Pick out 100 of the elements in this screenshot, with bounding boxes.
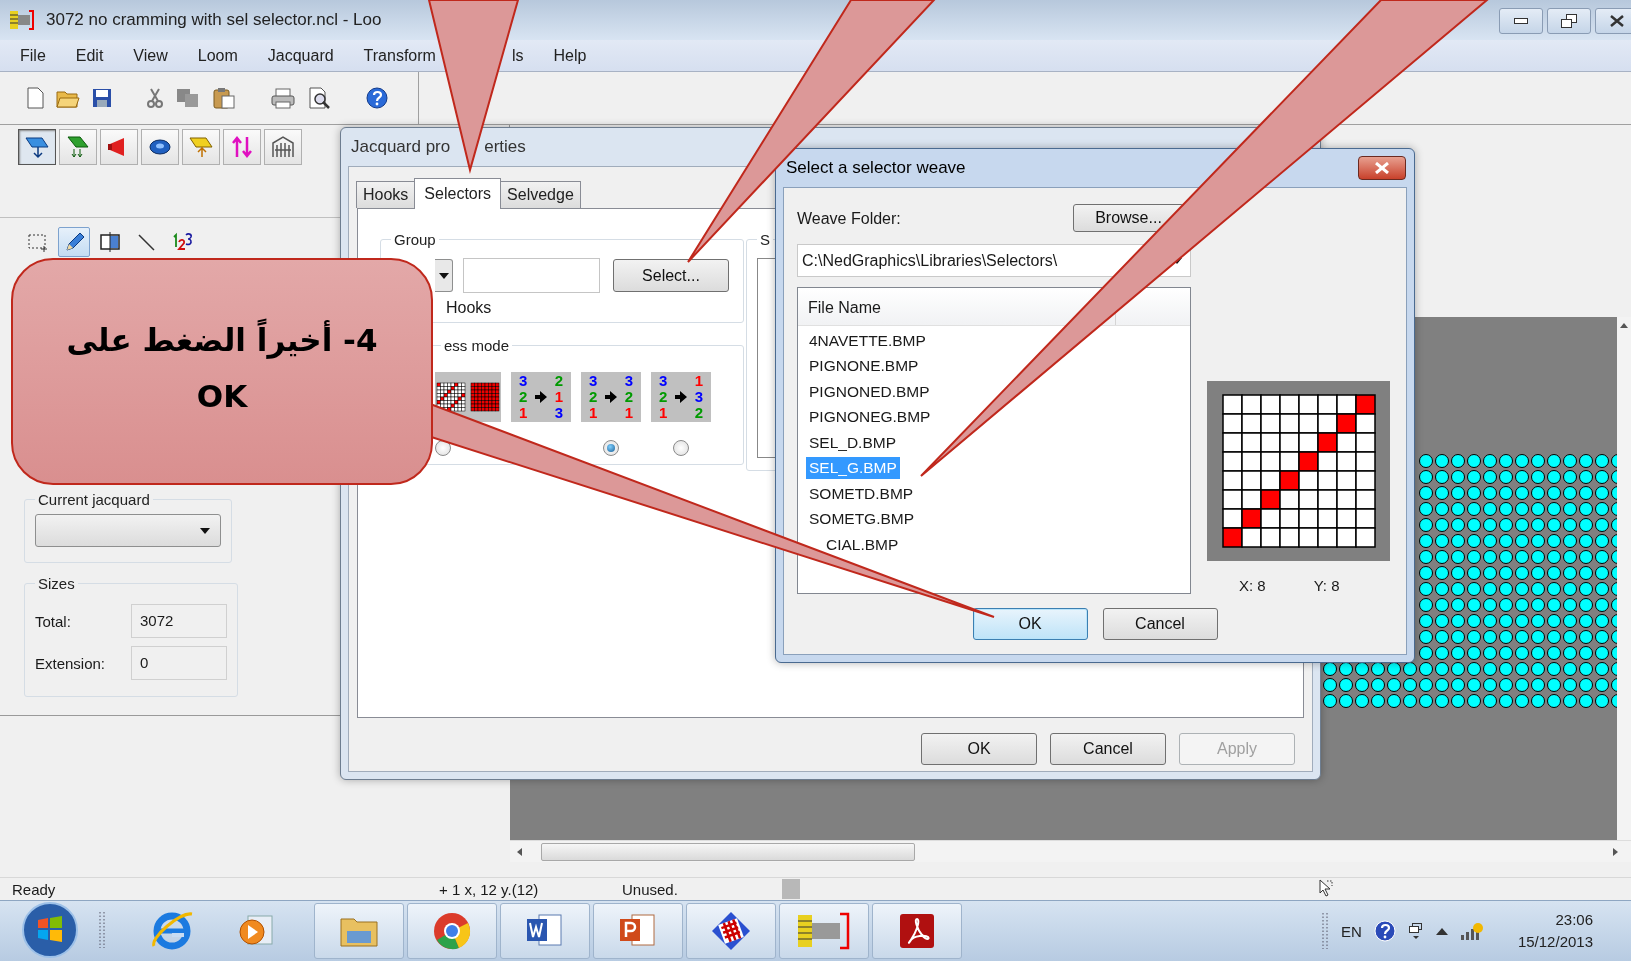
- status-text: Ready: [12, 880, 57, 898]
- dialog-title: erties: [484, 137, 526, 157]
- taskbar-button[interactable]: [500, 903, 590, 959]
- menu-item[interactable]: Help: [553, 46, 587, 65]
- field-label: Weave Folder:: [797, 210, 901, 229]
- menu-item[interactable]: Jacquard: [267, 46, 334, 65]
- select-button[interactable]: Select...: [613, 259, 729, 292]
- new-file-icon[interactable]: [26, 87, 44, 109]
- print-icon[interactable]: [270, 87, 296, 109]
- tool-button[interactable]: [58, 227, 90, 257]
- toolbar-button[interactable]: [59, 129, 97, 165]
- tab[interactable]: Hooks: [356, 181, 416, 208]
- dashed-rectangle-icon: [27, 232, 49, 252]
- toolbar-button[interactable]: [223, 129, 261, 165]
- cursor-icon: [1318, 878, 1334, 897]
- field-label: Total:: [35, 612, 72, 630]
- scroll-up-icon[interactable]: [1620, 323, 1628, 328]
- toolbar-button[interactable]: [18, 129, 56, 165]
- status-text: + 1 x, 12 y.(12): [439, 880, 540, 898]
- cut-icon[interactable]: [146, 87, 164, 109]
- pencil-icon: [63, 231, 85, 253]
- size-label: X: 8: [1239, 577, 1266, 594]
- close-icon: [1610, 15, 1624, 27]
- toolbar-button[interactable]: [264, 129, 302, 165]
- loom-app-icon: [796, 911, 852, 951]
- menu-item[interactable]: View: [133, 46, 168, 65]
- panel-arrows-icon: [65, 135, 91, 159]
- size-label: Y: 8: [1313, 577, 1340, 594]
- save-icon[interactable]: [92, 88, 112, 108]
- group-dropdown[interactable]: [435, 259, 453, 292]
- dialog-button[interactable]: OK: [972, 608, 1088, 640]
- order-digit: 2: [658, 389, 668, 405]
- group-label: ess mode: [443, 337, 511, 354]
- dialog-button[interactable]: OK: [921, 733, 1037, 765]
- list-item[interactable]: CIAL.BMP: [823, 533, 902, 556]
- close-button[interactable]: [1595, 8, 1631, 34]
- panel-arrow-icon: [24, 135, 50, 159]
- line-icon: [135, 231, 157, 253]
- group-label: Current jacquard: [37, 491, 151, 508]
- browser-icon: [432, 911, 472, 951]
- language-indicator[interactable]: EN: [1341, 922, 1362, 940]
- signal-icon[interactable]: [1459, 921, 1484, 941]
- scrollbar-thumb[interactable]: [541, 842, 915, 861]
- restore-button[interactable]: [1547, 8, 1591, 34]
- toolbar-button[interactable]: [100, 129, 138, 165]
- menu-item[interactable]: Edit: [75, 46, 104, 65]
- arrow-icon: [535, 391, 547, 403]
- taskbar-button[interactable]: [779, 903, 869, 959]
- list-item[interactable]: PIGNONEG.BMP: [806, 406, 934, 429]
- close-icon: [1374, 162, 1390, 174]
- input-field[interactable]: 3072: [131, 604, 227, 638]
- menu-item[interactable]: File: [20, 46, 46, 65]
- frame-icon: [270, 135, 296, 159]
- menu-item[interactable]: ls: [511, 46, 524, 65]
- window-title: 3072 no cramming with sel selector.ncl - Loo: [46, 10, 382, 30]
- taskbar-button[interactable]: [593, 903, 683, 959]
- dialog-button[interactable]: Cancel: [1050, 733, 1166, 765]
- copy-icon[interactable]: [176, 88, 200, 108]
- menu-item[interactable]: Loom: [197, 46, 238, 65]
- menu-item[interactable]: Transform: [363, 46, 436, 65]
- list-item[interactable]: PIGNONED.BMP: [806, 380, 933, 403]
- help-icon[interactable]: [366, 87, 388, 109]
- grip-icon: [98, 909, 106, 950]
- taskbar-button[interactable]: [686, 903, 776, 959]
- minimize-button[interactable]: [1499, 8, 1543, 34]
- taskbar-button[interactable]: [872, 903, 962, 959]
- order-digit: 3: [588, 373, 598, 389]
- toolbar-button[interactable]: [141, 129, 179, 165]
- taskbar-button[interactable]: [407, 903, 497, 959]
- dialog-button[interactable]: Cancel: [1102, 608, 1218, 640]
- order-digit: 2: [624, 389, 634, 405]
- scroll-right-icon[interactable]: [1612, 847, 1618, 856]
- date-text: 15/12/2013: [1517, 932, 1593, 952]
- tab[interactable]: Selvedge: [500, 181, 581, 208]
- tab[interactable]: Selectors: [414, 178, 502, 209]
- input-field[interactable]: [463, 258, 600, 293]
- list-item[interactable]: 4NAVETTE.BMP: [806, 329, 929, 352]
- radio-button[interactable]: [673, 440, 689, 456]
- scroll-left-icon[interactable]: [516, 847, 522, 856]
- minimize-icon: [1514, 18, 1528, 24]
- order-digit: 2: [518, 389, 528, 405]
- input-field[interactable]: 0: [131, 646, 227, 680]
- time-text: 23:06: [1555, 910, 1593, 930]
- arrow-icon: [675, 391, 687, 403]
- start-orb-icon[interactable]: [22, 901, 78, 958]
- jacquard-dropdown[interactable]: [35, 514, 221, 547]
- radio-button[interactable]: [603, 440, 619, 456]
- group-label: Group: [393, 231, 437, 248]
- up-down-arrows-icon: [229, 135, 255, 159]
- windows-pair-icon[interactable]: [1407, 922, 1424, 940]
- list-item[interactable]: SOMETD.BMP: [806, 482, 917, 505]
- field-label: Extension:: [35, 654, 107, 672]
- print-preview-icon[interactable]: [308, 87, 332, 109]
- paste-icon[interactable]: [212, 87, 236, 109]
- list-item[interactable]: PIGNONE.BMP: [806, 355, 922, 378]
- show-hidden-icon[interactable]: [1435, 927, 1448, 935]
- close-button[interactable]: [1358, 156, 1406, 180]
- list-item[interactable]: SOMETG.BMP: [806, 508, 918, 531]
- list-item[interactable]: SEL_D.BMP: [806, 431, 899, 454]
- caret-icon: [438, 272, 449, 279]
